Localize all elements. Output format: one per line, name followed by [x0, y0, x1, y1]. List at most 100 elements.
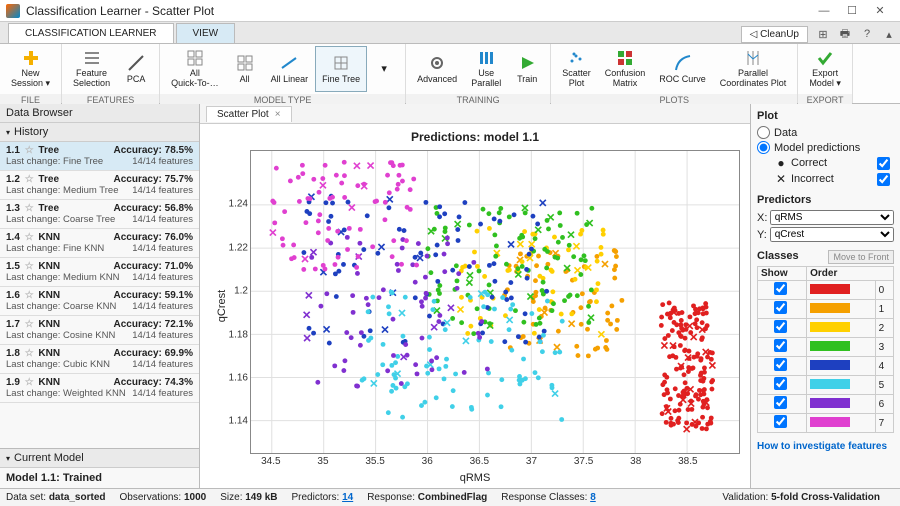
class-show-checkbox[interactable]	[774, 320, 787, 333]
history-item[interactable]: 1.1 ☆ TreeAccuracy: 78.5%Last change: Fi…	[0, 142, 199, 171]
close-tab-icon[interactable]: ×	[275, 109, 281, 120]
all-quick-button[interactable]: All Quick-To-…	[164, 46, 226, 92]
gear-icon	[428, 54, 446, 72]
cleanup-button[interactable]: ◁ CleanUp	[741, 26, 808, 43]
class-row[interactable]: 7	[758, 414, 894, 433]
model-predictions-radio[interactable]: Model predictions	[757, 141, 894, 154]
class-show-checkbox[interactable]	[774, 358, 787, 371]
class-show-checkbox[interactable]	[774, 415, 787, 428]
use-parallel-button[interactable]: Use Parallel	[464, 46, 508, 92]
history-item[interactable]: 1.5 ☆ KNNAccuracy: 71.0%Last change: Med…	[0, 258, 199, 287]
print-icon[interactable]: 🖶	[836, 25, 854, 43]
plot-panel: Scatter Plot× Predictions: model 1.1 qCr…	[200, 104, 750, 488]
class-show-checkbox[interactable]	[774, 377, 787, 390]
history-item[interactable]: 1.6 ☆ KNNAccuracy: 59.1%Last change: Coa…	[0, 287, 199, 316]
check-icon	[816, 49, 834, 67]
minimize-button[interactable]: —	[810, 2, 838, 20]
incorrect-checkbox[interactable]: ✕Incorrect	[771, 172, 894, 186]
grid-icon	[186, 49, 204, 67]
grid-icon	[236, 54, 254, 72]
y-predictor-select[interactable]: qCrest	[770, 227, 894, 242]
class-row[interactable]: 0	[758, 281, 894, 300]
pca-icon	[127, 54, 145, 72]
maximize-button[interactable]: ☐	[838, 2, 866, 20]
data-radio[interactable]: Data	[757, 126, 894, 139]
classes-header: ClassesMove to Front	[757, 250, 894, 262]
class-show-checkbox[interactable]	[774, 282, 787, 295]
help-icon[interactable]: ?	[858, 25, 876, 43]
checklist-icon	[83, 49, 101, 67]
plus-icon	[22, 49, 40, 67]
correct-checkbox[interactable]: ●Correct	[771, 156, 894, 170]
parallel-coords-button[interactable]: Parallel Coordinates Plot	[713, 46, 794, 92]
plot-title: Predictions: model 1.1	[200, 130, 750, 144]
current-model-header[interactable]: ▾Current Model	[0, 449, 199, 468]
roc-icon	[674, 54, 692, 72]
history-item[interactable]: 1.3 ☆ TreeAccuracy: 56.8%Last change: Co…	[0, 200, 199, 229]
new-session-button[interactable]: New Session ▾	[4, 46, 57, 92]
class-row[interactable]: 2	[758, 319, 894, 338]
titlebar: Classification Learner - Scatter Plot — …	[0, 0, 900, 22]
scatter-icon	[567, 49, 585, 67]
cross-icon: ✕	[775, 172, 787, 186]
class-row[interactable]: 1	[758, 300, 894, 319]
class-show-checkbox[interactable]	[774, 301, 787, 314]
parcoord-icon	[744, 49, 762, 67]
dot-icon: ●	[775, 156, 787, 170]
current-model-status: Model 1.1: Trained	[0, 468, 199, 488]
history-item[interactable]: 1.9 ☆ KNNAccuracy: 74.3%Last change: Wei…	[0, 374, 199, 403]
window-title: Classification Learner - Scatter Plot	[26, 4, 810, 18]
feature-selection-button[interactable]: Feature Selection	[66, 46, 117, 92]
model-dropdown[interactable]: ▾	[367, 46, 401, 92]
history-header[interactable]: ▾History	[0, 123, 199, 142]
how-to-investigate-link[interactable]: How to investigate features	[757, 441, 894, 452]
export-model-button[interactable]: Export Model ▾	[802, 46, 848, 92]
x-predictor-select[interactable]: qRMS	[770, 210, 894, 225]
tab-view[interactable]: VIEW	[176, 23, 236, 43]
history-item[interactable]: 1.2 ☆ TreeAccuracy: 75.7%Last change: Me…	[0, 171, 199, 200]
roc-curve-button[interactable]: ROC Curve	[652, 46, 713, 92]
tab-classification-learner[interactable]: CLASSIFICATION LEARNER	[8, 23, 174, 43]
history-list: 1.1 ☆ TreeAccuracy: 78.5%Last change: Fi…	[0, 142, 199, 448]
x-axis-label: qRMS	[200, 472, 750, 484]
train-button[interactable]: Train	[508, 46, 546, 92]
history-item[interactable]: 1.8 ☆ KNNAccuracy: 69.9%Last change: Cub…	[0, 345, 199, 374]
matlab-logo-icon	[6, 4, 20, 18]
document-tab-scatter[interactable]: Scatter Plot×	[206, 106, 292, 122]
classes-table: ShowOrder 01234567	[757, 266, 894, 433]
parallel-icon	[477, 49, 495, 67]
layout-icon[interactable]: ⊞	[814, 25, 832, 43]
scatter-axes[interactable]	[250, 150, 740, 454]
class-row[interactable]: 4	[758, 357, 894, 376]
linear-icon	[280, 54, 298, 72]
ribbon-tabstrip: CLASSIFICATION LEARNER VIEW ◁ CleanUp ⊞ …	[0, 22, 900, 44]
chevron-down-icon: ▾	[6, 128, 10, 137]
class-row[interactable]: 5	[758, 376, 894, 395]
play-icon	[518, 54, 536, 72]
class-row[interactable]: 6	[758, 395, 894, 414]
ribbon: New Session ▾ FILE Feature Selection PCA…	[0, 44, 900, 104]
tree-icon	[332, 54, 350, 72]
all-button[interactable]: All	[226, 46, 264, 92]
response-classes-link[interactable]: 8	[590, 492, 596, 503]
all-linear-button[interactable]: All Linear	[264, 46, 316, 92]
class-row[interactable]: 3	[758, 338, 894, 357]
predictors-link[interactable]: 14	[342, 492, 353, 503]
predictors-header: Predictors	[757, 194, 894, 206]
history-item[interactable]: 1.7 ☆ KNNAccuracy: 72.1%Last change: Cos…	[0, 316, 199, 345]
class-show-checkbox[interactable]	[774, 339, 787, 352]
close-button[interactable]: ✕	[866, 2, 894, 20]
chevron-down-icon: ▾	[6, 454, 10, 463]
move-to-front-button[interactable]: Move to Front	[828, 250, 894, 264]
advanced-button[interactable]: Advanced	[410, 46, 464, 92]
confusion-matrix-button[interactable]: Confusion Matrix	[598, 46, 653, 92]
plot-options-panel: Plot Data Model predictions ●Correct ✕In…	[750, 104, 900, 488]
class-show-checkbox[interactable]	[774, 396, 787, 409]
data-browser-panel: Data Browser ▾History 1.1 ☆ TreeAccuracy…	[0, 104, 200, 488]
scatter-plot-button[interactable]: Scatter Plot	[555, 46, 598, 92]
history-item[interactable]: 1.4 ☆ KNNAccuracy: 76.0%Last change: Fin…	[0, 229, 199, 258]
data-browser-header: Data Browser	[0, 104, 199, 123]
collapse-ribbon-icon[interactable]: ▴	[880, 25, 898, 43]
fine-tree-button[interactable]: Fine Tree	[315, 46, 367, 92]
pca-button[interactable]: PCA	[117, 46, 155, 92]
